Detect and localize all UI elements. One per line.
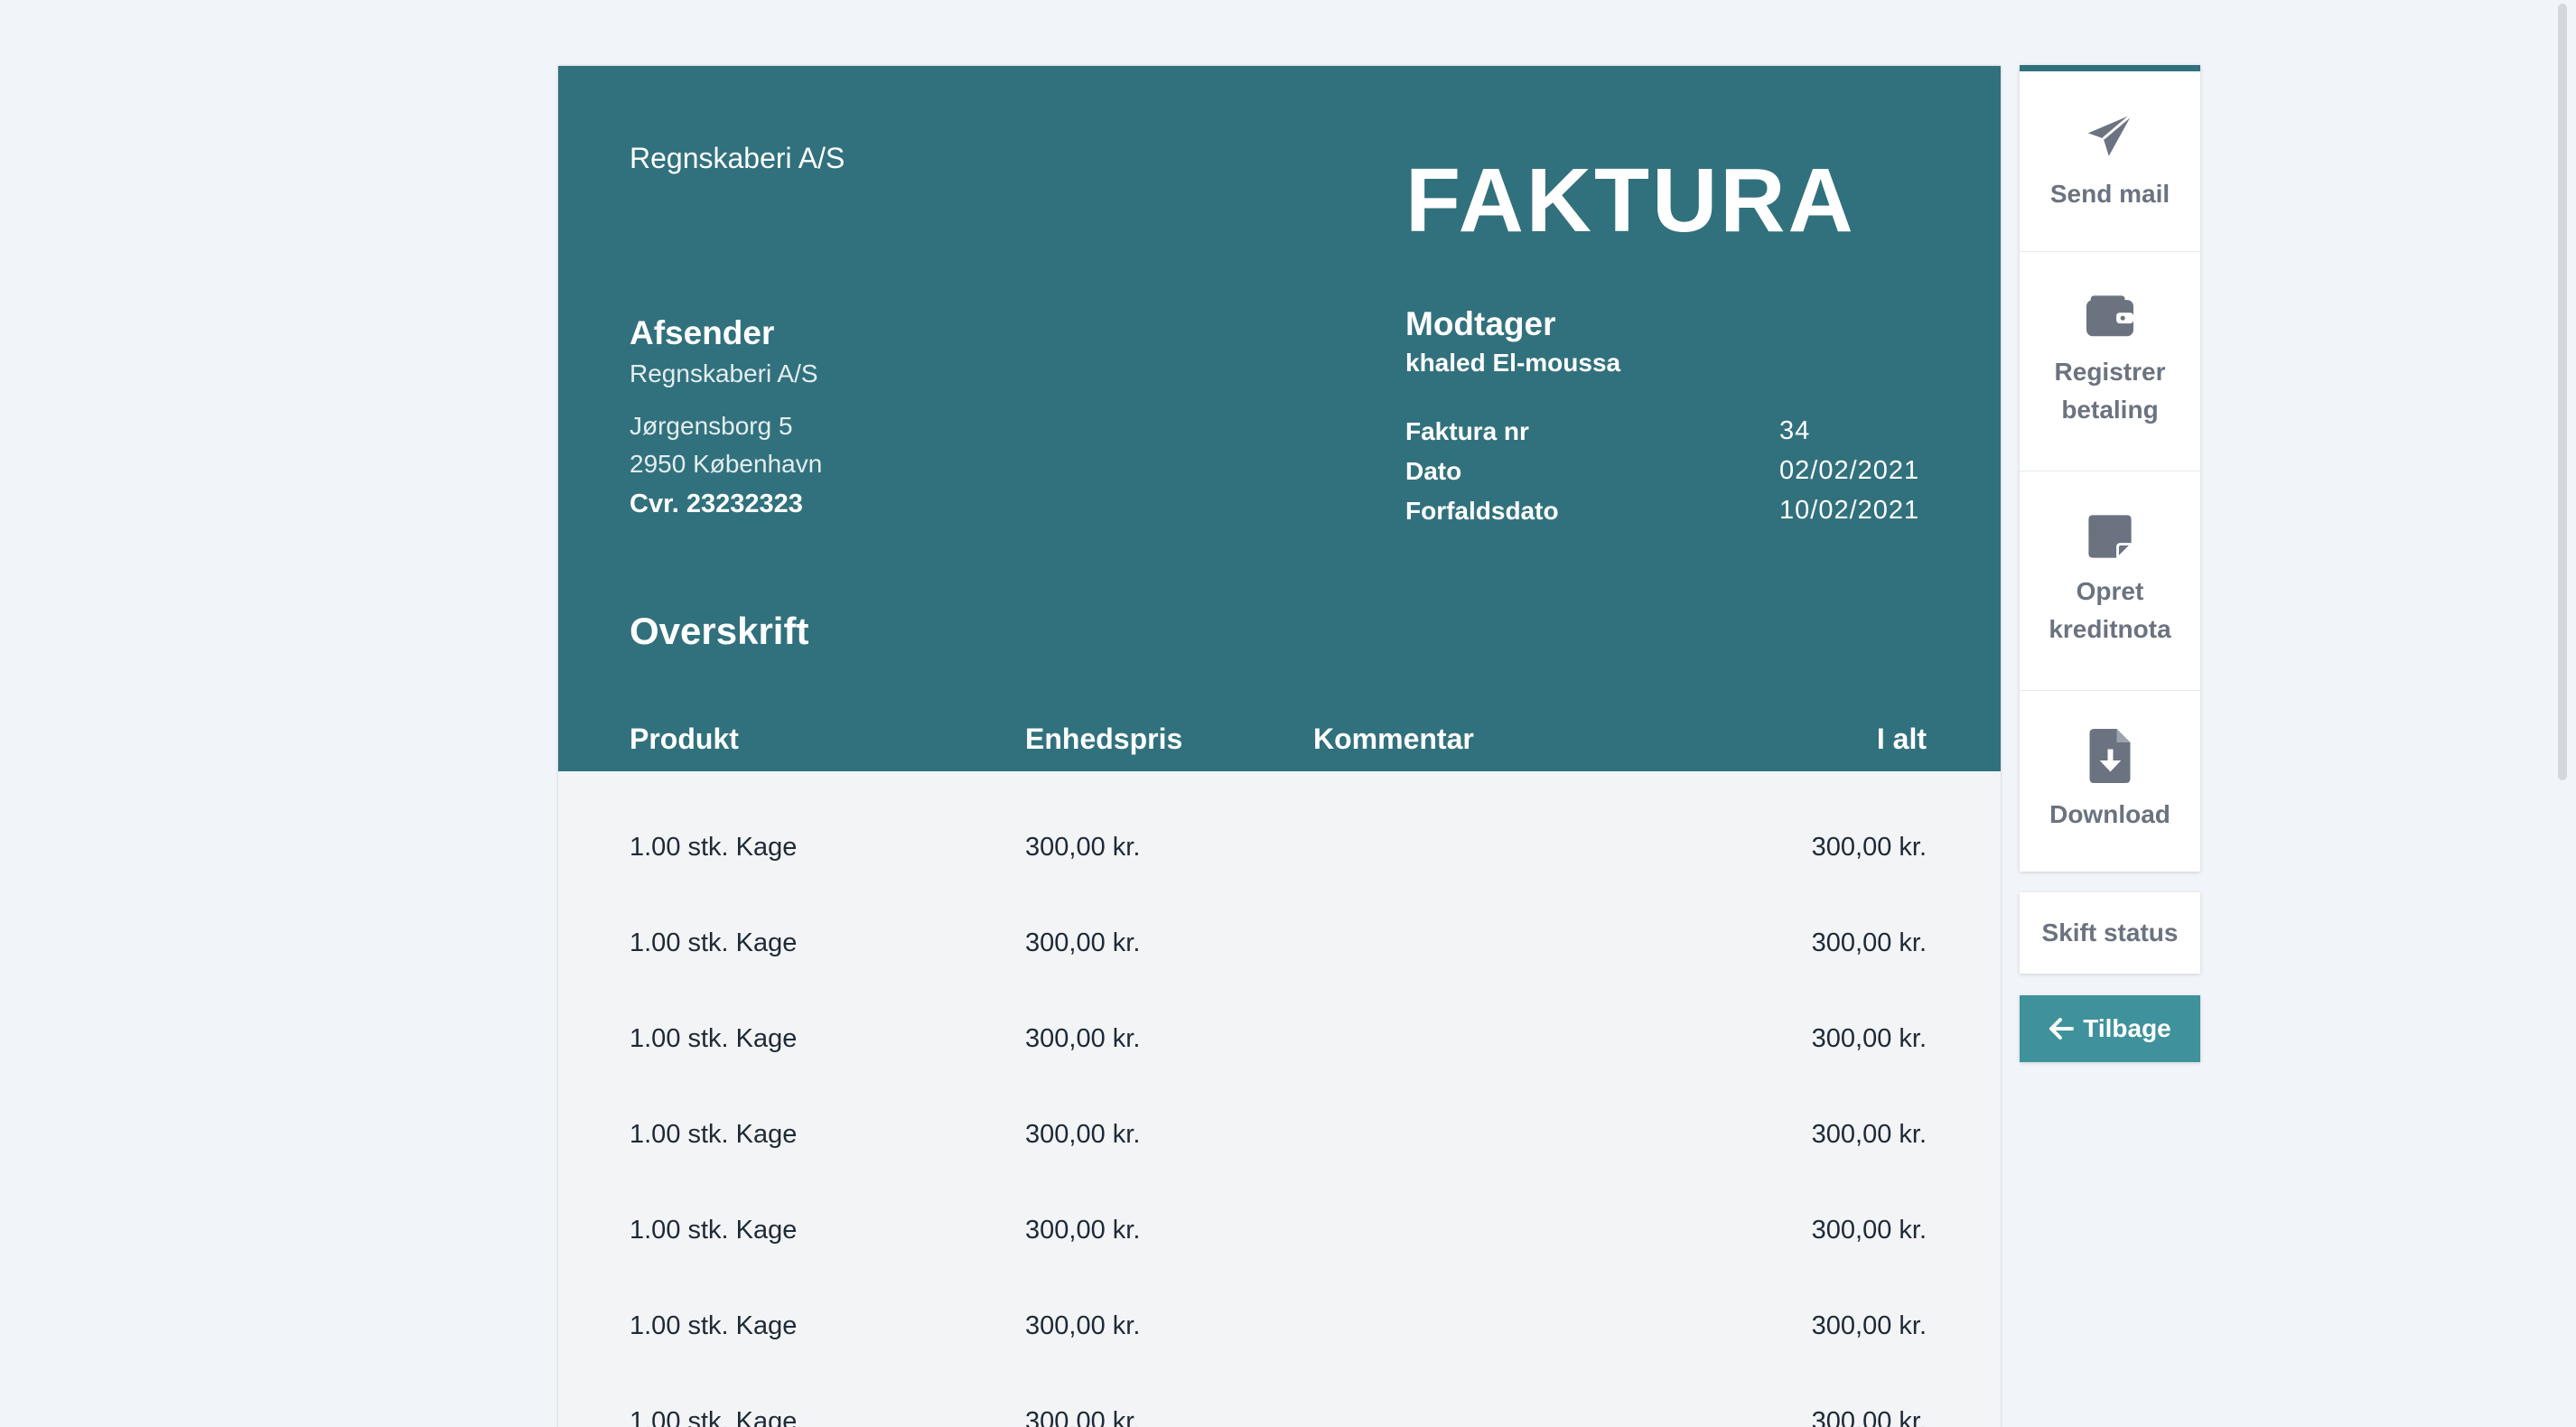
- cell-unit-price: 300,00 kr.: [1025, 833, 1141, 862]
- paper-plane-icon: [2087, 113, 2133, 156]
- cell-total: 300,00 kr.: [1811, 1407, 1927, 1427]
- table-row: 1.00 stk. Kage 300,00 kr. 300,00 kr.: [558, 798, 2001, 894]
- cell-product: 1.00 stk. Kage: [630, 1120, 798, 1149]
- back-label: Tilbage: [2083, 1014, 2171, 1042]
- cell-unit-price: 300,00 kr.: [1025, 1216, 1141, 1245]
- cell-total: 300,00 kr.: [1811, 1216, 1927, 1245]
- change-status-button[interactable]: Skift status: [2020, 892, 2200, 974]
- table-row: 1.00 stk. Kage 300,00 kr. 300,00 kr.: [558, 990, 2001, 1086]
- cell-total: 300,00 kr.: [1811, 1024, 1927, 1053]
- action-panel: Send mail Registrer betaling Opret kredi…: [2020, 65, 2200, 872]
- cell-total: 300,00 kr.: [1811, 928, 1927, 957]
- cell-total: 300,00 kr.: [1811, 1311, 1927, 1340]
- download-label: Download: [2049, 800, 2170, 828]
- invoice-date-value: 02/02/2021: [1779, 456, 1920, 485]
- sender-city: 2950 København: [630, 450, 823, 478]
- file-download-icon: [2089, 729, 2131, 783]
- cell-product: 1.00 stk. Kage: [630, 1407, 798, 1427]
- column-header-comment: Kommentar: [1313, 723, 1474, 755]
- invoice-number-value: 34: [1779, 416, 1811, 445]
- invoice-date-label: Dato: [1405, 457, 1462, 485]
- create-credit-note-label: Opret kreditnota: [2049, 577, 2171, 643]
- table-row: 1.00 stk. Kage 300,00 kr. 300,00 kr.: [558, 1181, 2001, 1277]
- register-payment-label: Registrer betaling: [2054, 358, 2166, 424]
- recipient-name: khaled El-moussa: [1405, 349, 1621, 377]
- cell-product: 1.00 stk. Kage: [630, 928, 798, 957]
- cell-unit-price: 300,00 kr.: [1025, 1407, 1141, 1427]
- cell-product: 1.00 stk. Kage: [630, 833, 798, 862]
- cell-product: 1.00 stk. Kage: [630, 1311, 798, 1340]
- table-row: 1.00 stk. Kage 300,00 kr. 300,00 kr.: [558, 1086, 2001, 1181]
- page-scrollbar[interactable]: [2551, 0, 2576, 1427]
- register-payment-button[interactable]: Registrer betaling: [2020, 252, 2200, 471]
- table-row: 1.00 stk. Kage 300,00 kr. 300,00 kr.: [558, 1277, 2001, 1373]
- sender-cvr: Cvr. 23232323: [630, 490, 803, 518]
- change-status-label: Skift status: [2041, 919, 2179, 947]
- invoice-page: Regnskaberi A/S FAKTURA Afsender Regnska…: [0, 0, 2576, 1427]
- invoice-header: Regnskaberi A/S FAKTURA Afsender Regnska…: [558, 66, 2001, 771]
- invoice-sheet: Regnskaberi A/S FAKTURA Afsender Regnska…: [558, 66, 2001, 1427]
- column-header-product: Produkt: [630, 723, 739, 755]
- sender-name: Regnskaberi A/S: [630, 359, 818, 387]
- table-row: 1.00 stk. Kage 300,00 kr. 300,00 kr.: [558, 1373, 2001, 1427]
- column-header-unit-price: Enhedspris: [1025, 723, 1183, 755]
- invoice-due-value: 10/02/2021: [1779, 496, 1920, 525]
- table-row: 1.00 stk. Kage 300,00 kr. 300,00 kr.: [558, 894, 2001, 990]
- cell-unit-price: 300,00 kr.: [1025, 1311, 1141, 1340]
- cell-unit-price: 300,00 kr.: [1025, 1120, 1141, 1149]
- invoice-number-label: Faktura nr: [1405, 417, 1529, 445]
- download-button[interactable]: Download: [2020, 691, 2200, 872]
- sticky-note-icon: [2088, 515, 2132, 558]
- cell-product: 1.00 stk. Kage: [630, 1024, 798, 1053]
- wallet-icon: [2086, 295, 2133, 337]
- recipient-heading: Modtager: [1405, 305, 1556, 342]
- column-header-total: I alt: [1876, 723, 1927, 755]
- company-name: Regnskaberi A/S: [630, 142, 845, 174]
- invoice-due-label: Forfaldsdato: [1405, 497, 1559, 525]
- invoice-lines: 1.00 stk. Kage 300,00 kr. 300,00 kr. 1.00 s…: [558, 798, 2001, 1427]
- cell-product: 1.00 stk. Kage: [630, 1216, 798, 1245]
- sender-street: Jørgensborg 5: [630, 412, 793, 440]
- cell-total: 300,00 kr.: [1811, 1120, 1927, 1149]
- send-mail-button[interactable]: Send mail: [2020, 71, 2200, 252]
- cell-total: 300,00 kr.: [1811, 833, 1927, 862]
- cell-unit-price: 300,00 kr.: [1025, 1024, 1141, 1053]
- sender-heading: Afsender: [630, 314, 775, 351]
- send-mail-label: Send mail: [2049, 179, 2170, 208]
- scrollbar-thumb[interactable]: [2558, 4, 2567, 780]
- invoice-title: FAKTURA: [1405, 150, 1856, 251]
- create-credit-note-button[interactable]: Opret kreditnota: [2020, 471, 2200, 691]
- invoice-heading: Overskrift: [630, 610, 809, 652]
- arrow-left-icon: [2049, 1018, 2075, 1040]
- cell-unit-price: 300,00 kr.: [1025, 928, 1141, 957]
- back-button[interactable]: Tilbage: [2020, 995, 2200, 1062]
